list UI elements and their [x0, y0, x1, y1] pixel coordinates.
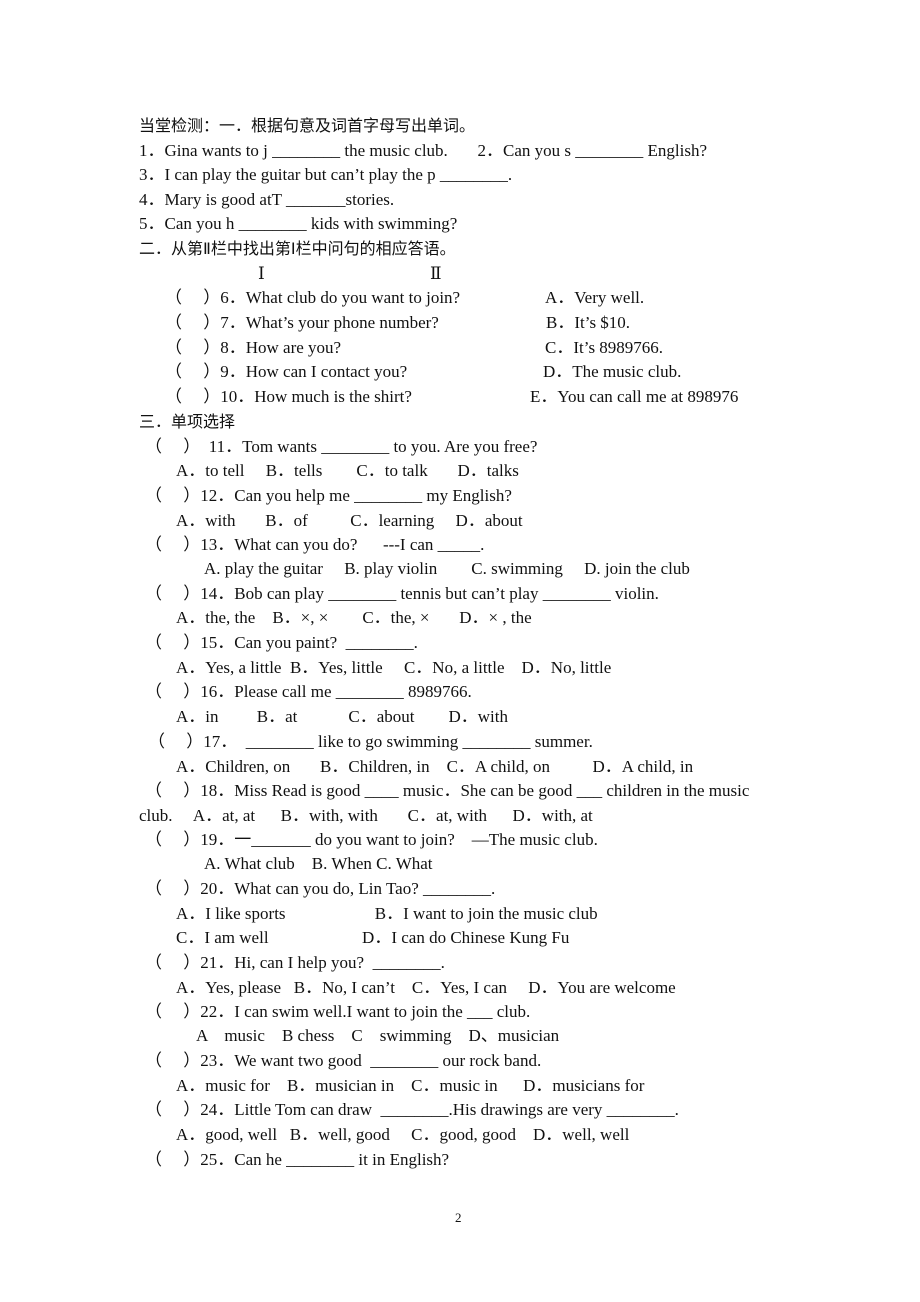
mc-options: A．Children, on B．Children, in C．A child,…: [176, 757, 694, 776]
match-question: （ ）7．What’s your phone number?: [165, 313, 439, 332]
mc-question: （ ）24．Little Tom can draw ________.His d…: [145, 1100, 679, 1119]
question-4: 4．Mary is good atT _______stories.: [139, 190, 395, 209]
mc-options: A．in B．at C．about D．with: [176, 707, 508, 726]
mc-options: A．Yes, please B．No, I can’t C．Yes, I can…: [176, 978, 676, 997]
mc-options: A．good, well B．well, good C．good, good D…: [176, 1125, 630, 1144]
mc-question: （ ）13．What can you do? ---I can _____.: [145, 535, 485, 554]
mc-question: （ ）12．Can you help me ________ my Englis…: [145, 486, 512, 505]
section2-heading: 二．从第Ⅱ栏中找出第Ⅰ栏中问句的相应答语。: [139, 239, 456, 258]
mc-question: （ ）23．We want two good ________ our rock…: [145, 1051, 542, 1070]
mc-options: A. What club B. When C. What: [204, 854, 433, 873]
column-2-label: Ⅱ: [430, 264, 442, 283]
mc-options: A．I like sports B．I want to join the mus…: [176, 904, 598, 923]
mc-question: （ ）25．Can he ________ it in English?: [145, 1150, 450, 1169]
mc-question: （ ）22．I can swim well.I want to join the…: [145, 1002, 531, 1021]
match-question: （ ）6．What club do you want to join?: [165, 288, 461, 307]
match-answer: E．You can call me at 898976: [530, 387, 739, 406]
mc-options: A. play the guitar B. play violin C. swi…: [204, 559, 690, 578]
mc-question: （ ）17． ________ like to go swimming ____…: [148, 732, 593, 751]
section1-heading: 当堂检测：一．根据句意及词首字母写出单词。: [139, 116, 476, 135]
mc-question: （ ） 11．Tom wants ________ to you. Are yo…: [145, 437, 538, 456]
mc-question: （ ）14．Bob can play ________ tennis but c…: [145, 584, 659, 603]
match-answer: D．The music club.: [543, 362, 682, 381]
mc-options: A music B chess C swimming D、musician: [196, 1026, 560, 1045]
page-number: 2: [455, 1210, 462, 1225]
question-5: 5．Can you h ________ kids with swimming?: [139, 214, 458, 233]
mc-options: A．the, the B．×, × C．the, × D．× , the: [176, 608, 532, 627]
mc-options: A．Yes, a little B．Yes, little C．No, a li…: [176, 658, 612, 677]
match-question: （ ）10．How much is the shirt?: [165, 387, 412, 406]
mc-options: C．I am well D．I can do Chinese Kung Fu: [176, 928, 570, 947]
match-question: （ ）9．How can I contact you?: [165, 362, 408, 381]
match-answer: C．It’s 8989766.: [545, 338, 664, 357]
mc-question: （ ）18．Miss Read is good ____ music．She c…: [145, 781, 750, 800]
mc-question: （ ）15．Can you paint? ________.: [145, 633, 418, 652]
column-1-label: Ⅰ: [258, 264, 265, 283]
mc-question: （ ）16．Please call me ________ 8989766.: [145, 682, 472, 701]
section3-heading: 三．单项选择: [139, 412, 236, 431]
mc-options: club. A．at, at B．with, with C．at, with D…: [139, 806, 593, 825]
mc-question: （ ）19．一_______ do you want to join? —The…: [145, 830, 598, 849]
mc-question: （ ）21．Hi, can I help you? ________.: [145, 953, 445, 972]
match-answer: B．It’s $10.: [546, 313, 631, 332]
mc-options: A．to tell B．tells C．to talk D．talks: [176, 461, 519, 480]
match-question: （ ）8．How are you?: [165, 338, 342, 357]
match-answer: A．Very well.: [545, 288, 645, 307]
question-1-2: 1．Gina wants to j ________ the music clu…: [139, 141, 708, 160]
mc-question: （ ）20．What can you do, Lin Tao? ________…: [145, 879, 496, 898]
mc-options: A．with B．of C．learning D．about: [176, 511, 523, 530]
mc-options: A．music for B．musician in C．music in D．m…: [176, 1076, 645, 1095]
question-3: 3．I can play the guitar but can’t play t…: [139, 165, 513, 184]
